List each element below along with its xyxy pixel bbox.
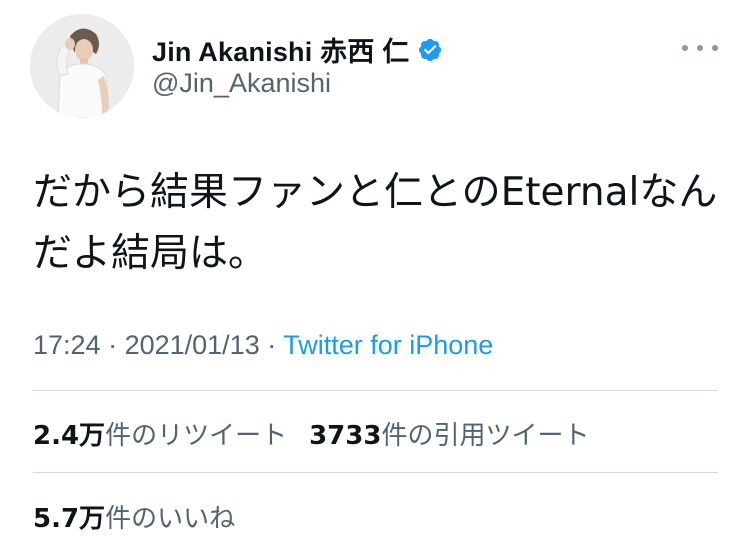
tweet-text: だから結果ファンと仁とのEternalなんだよ結局は。	[33, 170, 718, 276]
user-name-row[interactable]: Jin Akanishi 赤西 仁	[152, 30, 443, 69]
tweet-date[interactable]: 2021/01/13	[125, 330, 260, 360]
meta-separator: ·	[259, 330, 284, 360]
dot	[682, 45, 688, 51]
dot	[697, 45, 703, 51]
avatar[interactable]	[30, 14, 134, 118]
tweet-time[interactable]: 17:24	[33, 330, 101, 360]
quotes-label: 件の引用ツイート	[381, 421, 590, 451]
display-name[interactable]: Jin Akanishi 赤西 仁	[152, 30, 409, 69]
tweet-detail: Jin Akanishi 赤西 仁 @Jin_Akanishi だから結果ファン…	[0, 0, 750, 550]
verified-badge-icon	[417, 37, 443, 63]
likes-stat[interactable]: 5.7万件のいいね	[33, 504, 235, 534]
likes-label: 件のいいね	[105, 504, 236, 534]
retweets-count: 2.4万	[33, 421, 106, 451]
user-handle[interactable]: @Jin_Akanishi	[152, 68, 331, 99]
retweets-label: 件のリツイート	[105, 421, 288, 451]
divider	[33, 472, 718, 473]
retweets-stat[interactable]: 2.4万件のリツイート	[33, 421, 287, 451]
tweet-source-link[interactable]: Twitter for iPhone	[283, 330, 493, 360]
divider	[33, 390, 718, 391]
meta-separator: ·	[100, 330, 125, 360]
tweet-meta: 17:24 · 2021/01/13 · Twitter for iPhone	[33, 330, 493, 361]
quotes-stat[interactable]: 3733件の引用ツイート	[309, 421, 589, 451]
share-stats-row: 2.4万件のリツイート 3733件の引用ツイート	[33, 415, 589, 452]
dot	[712, 45, 718, 51]
likes-count: 5.7万	[33, 504, 106, 534]
profile-photo	[30, 14, 134, 118]
quotes-count: 3733	[309, 421, 382, 451]
likes-stats-row: 5.7万件のいいね	[33, 498, 235, 535]
more-options-icon[interactable]	[682, 42, 718, 54]
